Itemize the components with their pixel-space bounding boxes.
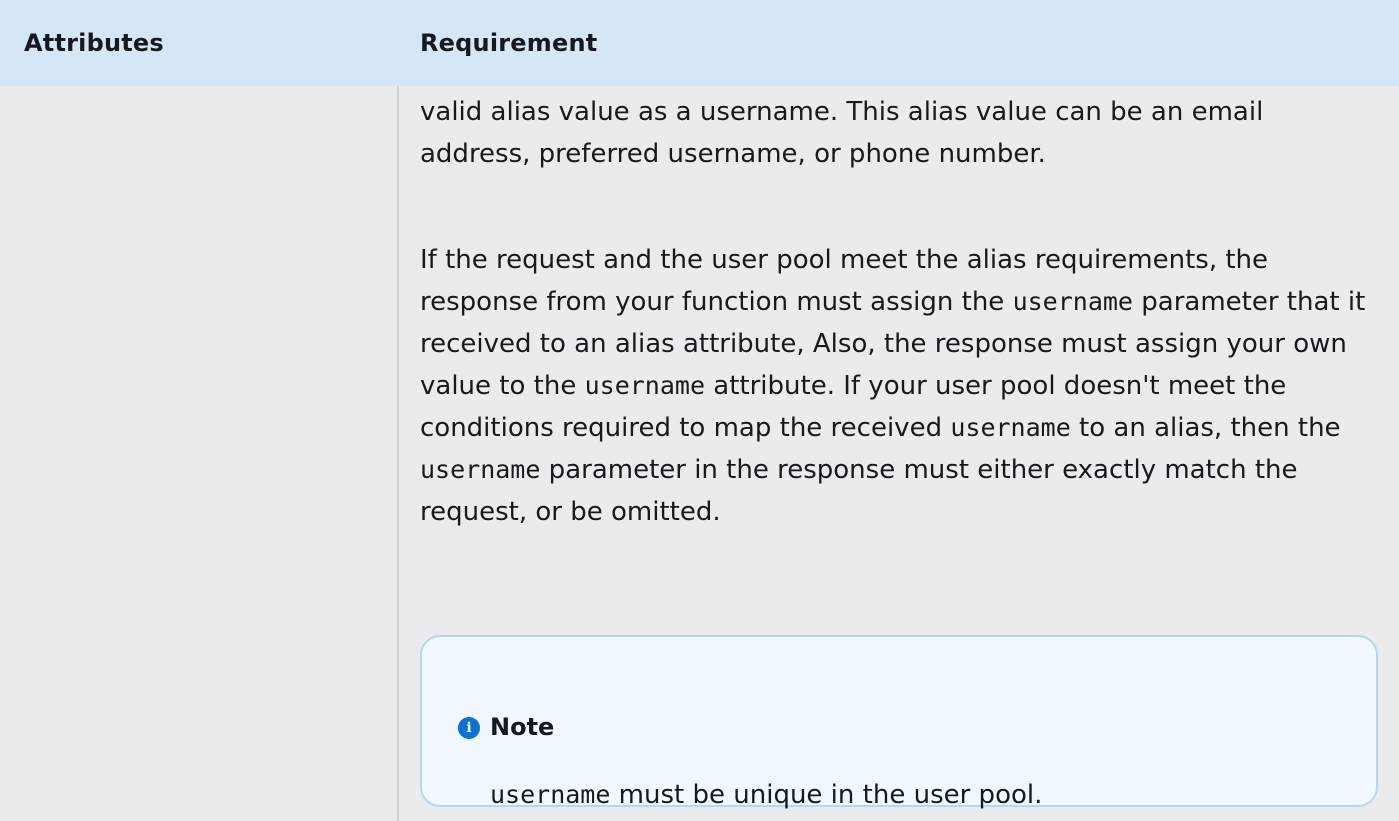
requirement-paragraph-1: valid alias value as a username. This al… bbox=[420, 91, 1380, 175]
header-attributes: Attributes bbox=[24, 29, 164, 57]
note-body: username must be unique in the user pool… bbox=[490, 774, 1042, 816]
text-run: to an alias, then the bbox=[1070, 413, 1341, 443]
inline-code: username bbox=[584, 371, 706, 400]
text-run: must be unique in the user pool. bbox=[610, 780, 1043, 810]
requirements-table: Attributes Requirement valid alias value… bbox=[0, 0, 1399, 821]
note-title: Note bbox=[490, 713, 555, 741]
header-requirement: Requirement bbox=[420, 29, 598, 57]
requirement-paragraph-2: If the request and the user pool meet th… bbox=[420, 239, 1380, 533]
table-header-row: Attributes Requirement bbox=[0, 0, 1399, 86]
inline-code: username bbox=[950, 413, 1071, 442]
column-divider bbox=[397, 86, 399, 821]
note-box: i Note username must be unique in the us… bbox=[420, 635, 1378, 810]
text-run: parameter in the response must either ex… bbox=[420, 455, 1298, 527]
inline-code: username bbox=[420, 455, 541, 484]
info-icon: i bbox=[458, 717, 480, 739]
inline-code: username bbox=[490, 780, 611, 809]
inline-code: username bbox=[1012, 287, 1133, 316]
text-run: valid alias value as a username. This al… bbox=[420, 97, 1264, 169]
